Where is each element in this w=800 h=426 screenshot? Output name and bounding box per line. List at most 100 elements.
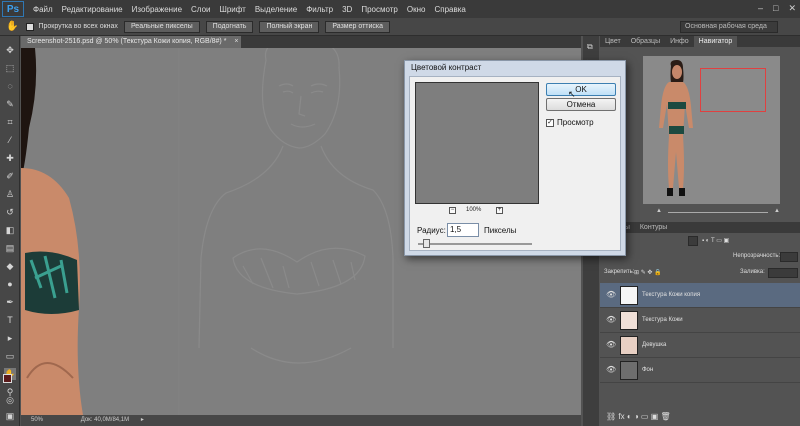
menu-view[interactable]: Просмотр	[361, 5, 398, 14]
actual-pixels-button[interactable]: Реальные пикселы	[123, 20, 200, 33]
cancel-button[interactable]: Отмена	[546, 98, 616, 111]
preview-label: Просмотр	[557, 118, 594, 127]
zoom-in-large-icon[interactable]: ▲	[774, 208, 780, 214]
layers-footer-icons[interactable]: ⛓ fx ◐ ◑ ▭ ▣ 🗑	[606, 412, 671, 421]
gradient-tool-icon[interactable]: ▤	[4, 242, 16, 254]
dodge-tool-icon[interactable]: ●	[4, 278, 16, 290]
layer-name: Девушка	[642, 342, 667, 348]
layer-name: Фон	[642, 367, 654, 373]
zoom-out-small-icon[interactable]: ▲	[656, 208, 662, 214]
eye-icon[interactable]: 👁	[606, 341, 616, 349]
lock-icons[interactable]: ⊞ ✎ ✥ 🔒	[634, 269, 662, 276]
shape-tool-icon[interactable]: ▭	[4, 350, 16, 362]
menu-select[interactable]: Выделение	[255, 5, 297, 14]
menu-3d[interactable]: 3D	[342, 5, 352, 14]
workspace-select[interactable]: Основная рабочая среда	[680, 21, 778, 33]
status-bar: 50% Док: 40,0M/84,1M ▸	[21, 415, 581, 426]
preview-zoom-level: 100%	[466, 207, 482, 213]
document-tab[interactable]: Screenshot-2516.psd @ 50% (Текстура Кожи…	[21, 36, 241, 48]
radius-slider-track[interactable]	[418, 243, 532, 245]
tab-info[interactable]: Инфо	[665, 36, 694, 47]
fill-label: Заливка:	[740, 269, 765, 275]
layer-row[interactable]: 👁 Текстура Кожи копия	[600, 283, 800, 308]
brush-tool-icon[interactable]: ✐	[4, 170, 16, 182]
minimize-button[interactable]: –	[758, 3, 763, 14]
dialog-title[interactable]: Цветовой контраст	[404, 60, 626, 76]
options-bar: ✋ Прокрутка во всех окнах Реальные пиксе…	[0, 18, 800, 36]
lasso-tool-icon[interactable]: ◌	[4, 80, 16, 92]
layer-row[interactable]: 👁 Девушка	[600, 333, 800, 358]
quick-mask-icon[interactable]: ◎	[4, 394, 16, 406]
layers-panel-tabs: Каналы Контуры	[600, 222, 800, 233]
layer-row[interactable]: 👁 Текстура Кожи	[600, 308, 800, 333]
layer-row[interactable]: 👁 Фон	[600, 358, 800, 383]
eye-icon[interactable]: 👁	[606, 366, 616, 374]
menu-edit[interactable]: Редактирование	[62, 5, 123, 14]
quick-select-tool-icon[interactable]: ✎	[4, 98, 16, 110]
history-panel-icon[interactable]: ⧉	[587, 42, 593, 52]
fill-field[interactable]	[768, 268, 798, 278]
menu-window[interactable]: Окно	[407, 5, 426, 14]
zoom-out-button[interactable]: −	[449, 207, 456, 214]
menu-help[interactable]: Справка	[434, 5, 465, 14]
foreground-color-swatch[interactable]	[3, 374, 12, 383]
tools-panel: ✥ ⬚ ◌ ✎ ⌗ ⁄ ✚ ✐ ♙ ↺ ◧ ▤ ◆ ● ✒ T ▸ ▭ ✋ ⚲ …	[0, 36, 20, 426]
layer-name: Текстура Кожи	[642, 317, 683, 323]
history-brush-tool-icon[interactable]: ↺	[4, 206, 16, 218]
filter-preview[interactable]	[415, 82, 539, 204]
fit-screen-button[interactable]: Подогнать	[205, 20, 254, 33]
healing-tool-icon[interactable]: ✚	[4, 152, 16, 164]
type-tool-icon[interactable]: T	[4, 314, 16, 326]
zoom-in-button[interactable]: +	[496, 207, 503, 214]
radius-input[interactable]: 1,5	[447, 223, 479, 237]
menu-layers[interactable]: Слои	[191, 5, 210, 14]
crop-tool-icon[interactable]: ⌗	[4, 116, 16, 128]
layer-thumbnail	[620, 336, 638, 355]
mouse-cursor-icon: ↖	[568, 89, 576, 99]
radius-label: Радиус:	[417, 226, 446, 235]
menu-image[interactable]: Изображение	[132, 5, 182, 14]
scroll-all-label: Прокрутка во всех окнах	[38, 23, 118, 30]
lock-label: Закрепить:	[604, 269, 635, 275]
eraser-tool-icon[interactable]: ◧	[4, 224, 16, 236]
hand-tool-icon: ✋	[6, 21, 19, 32]
layer-name: Текстура Кожи копия	[642, 292, 701, 298]
menu-type[interactable]: Шрифт	[219, 5, 245, 14]
menu-file[interactable]: Файл	[33, 5, 53, 14]
tab-paths[interactable]: Контуры	[635, 222, 672, 233]
tab-navigator[interactable]: Навигатор	[693, 36, 738, 47]
scroll-all-checkbox[interactable]	[26, 22, 35, 31]
tab-color[interactable]: Цвет	[600, 36, 626, 47]
navigator-view-box[interactable]	[700, 68, 766, 112]
eyedropper-tool-icon[interactable]: ⁄	[4, 134, 16, 146]
print-size-button[interactable]: Размер оттиска	[325, 20, 391, 33]
navigator-zoom-slider[interactable]: ▲ ▲	[604, 208, 800, 218]
fill-screen-button[interactable]: Полный экран	[259, 20, 320, 33]
layer-filter-icons[interactable]: ▪ ◐ T ▭ ▣	[702, 237, 729, 244]
eye-icon[interactable]: 👁	[606, 291, 616, 299]
maximize-button[interactable]: □	[773, 3, 778, 14]
opacity-field[interactable]	[780, 252, 798, 262]
screen-mode-icon[interactable]: ▣	[4, 410, 16, 422]
blur-tool-icon[interactable]: ◆	[4, 260, 16, 272]
photoshop-logo: Ps	[2, 1, 24, 17]
marquee-tool-icon[interactable]: ⬚	[4, 62, 16, 74]
preview-checkbox[interactable]: ✓	[546, 119, 554, 127]
menu-filter[interactable]: Фильтр	[306, 5, 333, 14]
document-tab-title: Screenshot-2516.psd @ 50% (Текстура Кожи…	[27, 38, 227, 45]
status-arrow-icon[interactable]: ▸	[141, 417, 144, 423]
filter-kind-icon[interactable]	[688, 236, 698, 246]
pen-tool-icon[interactable]: ✒	[4, 296, 16, 308]
move-tool-icon[interactable]: ✥	[4, 44, 16, 56]
ok-button[interactable]: OK	[546, 83, 616, 96]
radius-slider-thumb[interactable]	[423, 239, 430, 248]
navigator-slider-track[interactable]	[668, 212, 768, 213]
tab-swatches[interactable]: Образцы	[626, 36, 665, 47]
eye-icon[interactable]: 👁	[606, 316, 616, 324]
close-button[interactable]: ✕	[788, 3, 796, 14]
opacity-label: Непрозрачность:	[733, 253, 781, 259]
zoom-readout[interactable]: 50%	[31, 417, 43, 423]
path-select-tool-icon[interactable]: ▸	[4, 332, 16, 344]
stamp-tool-icon[interactable]: ♙	[4, 188, 16, 200]
close-tab-icon[interactable]: ×	[234, 38, 238, 45]
